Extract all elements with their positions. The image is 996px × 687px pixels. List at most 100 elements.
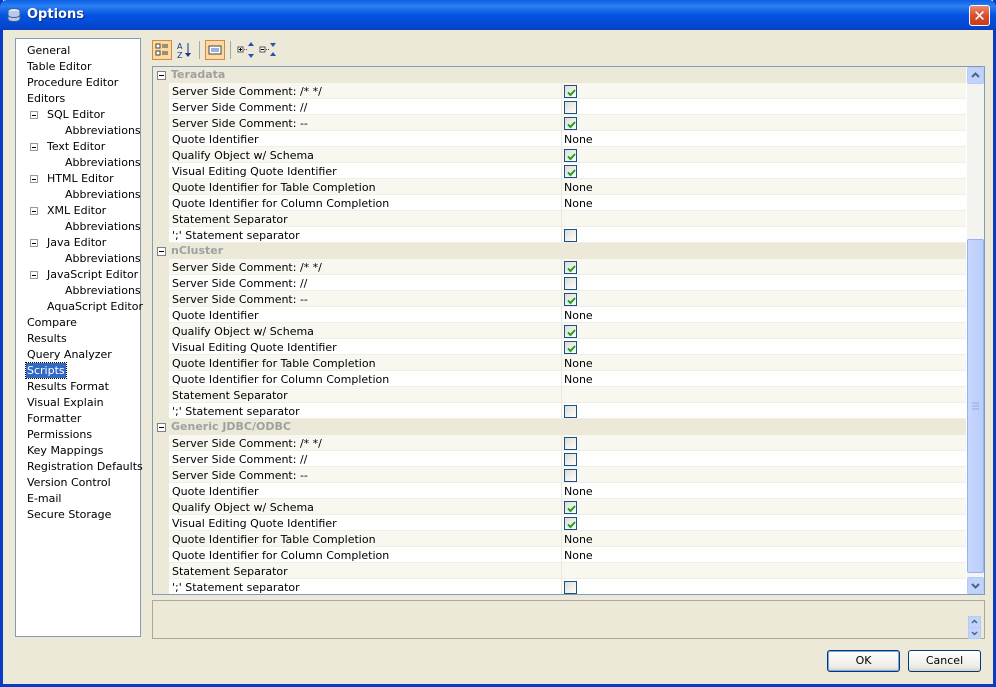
nav-item-procedure-editor[interactable]: Procedure Editor [26, 75, 119, 90]
property-row[interactable]: Qualify Object w/ Schema [153, 499, 966, 515]
property-row[interactable]: Server Side Comment: -- [153, 291, 966, 307]
tree-collapse-icon[interactable] [30, 239, 38, 247]
nav-item-html-editor[interactable]: HTML Editor [46, 171, 115, 186]
property-value-cell[interactable]: None [561, 547, 967, 563]
property-row[interactable]: Server Side Comment: /* */ [153, 83, 966, 99]
category-row[interactable]: Generic JDBC/ODBC [153, 419, 966, 435]
property-value-cell[interactable] [561, 83, 967, 99]
close-button[interactable]: ✕ [969, 5, 990, 26]
property-row[interactable]: ';' Statement separator [153, 403, 966, 419]
property-value-cell[interactable] [561, 99, 967, 115]
property-value-cell[interactable] [561, 451, 967, 467]
nav-item-e-mail[interactable]: E-mail [26, 491, 63, 506]
property-value-cell[interactable] [561, 579, 967, 594]
tree-collapse-icon[interactable] [30, 143, 38, 151]
property-row[interactable]: Server Side Comment: /* */ [153, 259, 966, 275]
property-row[interactable]: Visual Editing Quote Identifier [153, 515, 966, 531]
nav-item-abbreviations[interactable]: Abbreviations [64, 219, 142, 234]
property-value-cell[interactable]: None [561, 131, 967, 147]
property-row[interactable]: Qualify Object w/ Schema [153, 323, 966, 339]
property-value-cell[interactable] [561, 467, 967, 483]
nav-item-formatter[interactable]: Formatter [26, 411, 82, 426]
property-row[interactable]: Server Side Comment: // [153, 99, 966, 115]
property-value-cell[interactable]: None [561, 371, 967, 387]
category-row[interactable]: Teradata [153, 67, 966, 83]
property-row[interactable]: ';' Statement separator [153, 227, 966, 243]
scroll-thumb[interactable] [967, 239, 984, 573]
property-checkbox[interactable] [564, 101, 577, 114]
sort-alphabetical-button[interactable]: AZ [175, 40, 195, 60]
property-value[interactable]: None [564, 181, 593, 194]
nav-item-table-editor[interactable]: Table Editor [26, 59, 93, 74]
nav-item-query-analyzer[interactable]: Query Analyzer [26, 347, 113, 362]
property-value-cell[interactable] [561, 387, 967, 403]
property-row[interactable]: Quote Identifier None [153, 131, 966, 147]
nav-item-xml-editor[interactable]: XML Editor [46, 203, 107, 218]
cancel-button[interactable]: Cancel [908, 650, 981, 672]
property-pages-button[interactable] [205, 40, 225, 60]
property-checkbox[interactable] [564, 501, 577, 514]
property-checkbox[interactable] [564, 437, 577, 450]
property-checkbox[interactable] [564, 277, 577, 290]
property-checkbox[interactable] [564, 261, 577, 274]
property-checkbox[interactable] [564, 229, 577, 242]
property-value[interactable]: None [564, 133, 593, 146]
tree-collapse-icon[interactable] [30, 175, 38, 183]
property-row[interactable]: Visual Editing Quote Identifier [153, 339, 966, 355]
property-checkbox[interactable] [564, 117, 577, 130]
property-row[interactable]: Quote Identifier for Table Completion Non… [153, 355, 966, 371]
property-value-cell[interactable] [561, 403, 967, 419]
property-value[interactable]: None [564, 309, 593, 322]
property-value[interactable]: None [564, 197, 593, 210]
nav-item-abbreviations[interactable]: Abbreviations [64, 155, 142, 170]
property-row[interactable]: Quote Identifier None [153, 483, 966, 499]
property-value-cell[interactable] [561, 211, 967, 227]
property-row[interactable]: Server Side Comment: /* */ [153, 435, 966, 451]
property-checkbox[interactable] [564, 341, 577, 354]
scroll-up-button[interactable] [967, 67, 984, 84]
property-value-cell[interactable] [561, 563, 967, 579]
property-value-cell[interactable]: None [561, 179, 967, 195]
property-checkbox[interactable] [564, 85, 577, 98]
property-checkbox[interactable] [564, 325, 577, 338]
property-row[interactable]: Server Side Comment: -- [153, 115, 966, 131]
property-value-cell[interactable] [561, 163, 967, 179]
property-value-cell[interactable]: None [561, 531, 967, 547]
nav-item-abbreviations[interactable]: Abbreviations [64, 123, 142, 138]
property-row[interactable]: Quote Identifier for Column Completion No… [153, 195, 966, 211]
nav-item-results[interactable]: Results [26, 331, 68, 346]
property-value-cell[interactable]: None [561, 483, 967, 499]
property-value-cell[interactable] [561, 515, 967, 531]
property-checkbox[interactable] [564, 165, 577, 178]
property-checkbox[interactable] [564, 293, 577, 306]
property-row[interactable]: Qualify Object w/ Schema [153, 147, 966, 163]
property-value-cell[interactable] [561, 435, 967, 451]
collapse-category-icon[interactable] [157, 71, 166, 80]
nav-item-registration-defaults[interactable]: Registration Defaults [26, 459, 144, 474]
property-row[interactable]: Quote Identifier for Column Completion No… [153, 371, 966, 387]
collapse-all-button[interactable] [258, 40, 278, 60]
nav-item-key-mappings[interactable]: Key Mappings [26, 443, 104, 458]
nav-item-editors[interactable]: Editors [26, 91, 66, 106]
property-value-cell[interactable]: None [561, 307, 967, 323]
property-row[interactable]: Server Side Comment: // [153, 451, 966, 467]
categorized-view-button[interactable] [152, 40, 172, 60]
nav-item-secure-storage[interactable]: Secure Storage [26, 507, 112, 522]
property-row[interactable]: Quote Identifier None [153, 307, 966, 323]
property-value-cell[interactable] [561, 291, 967, 307]
nav-item-javascript-editor[interactable]: JavaScript Editor [46, 267, 139, 282]
property-value-cell[interactable]: None [561, 195, 967, 211]
property-value-cell[interactable] [561, 147, 967, 163]
property-row[interactable]: Visual Editing Quote Identifier [153, 163, 966, 179]
property-row[interactable]: Statement Separator [153, 387, 966, 403]
category-row[interactable]: nCluster [153, 243, 966, 259]
description-scroll-down-button[interactable] [968, 627, 981, 639]
title-bar[interactable]: Options ✕ [0, 0, 996, 30]
scroll-down-button[interactable] [967, 577, 984, 594]
nav-item-permissions[interactable]: Permissions [26, 427, 93, 442]
ok-button[interactable]: OK [827, 650, 900, 672]
property-row[interactable]: Quote Identifier for Table Completion Non… [153, 531, 966, 547]
property-value-cell[interactable] [561, 499, 967, 515]
property-value-cell[interactable] [561, 259, 967, 275]
nav-item-sql-editor[interactable]: SQL Editor [46, 107, 106, 122]
